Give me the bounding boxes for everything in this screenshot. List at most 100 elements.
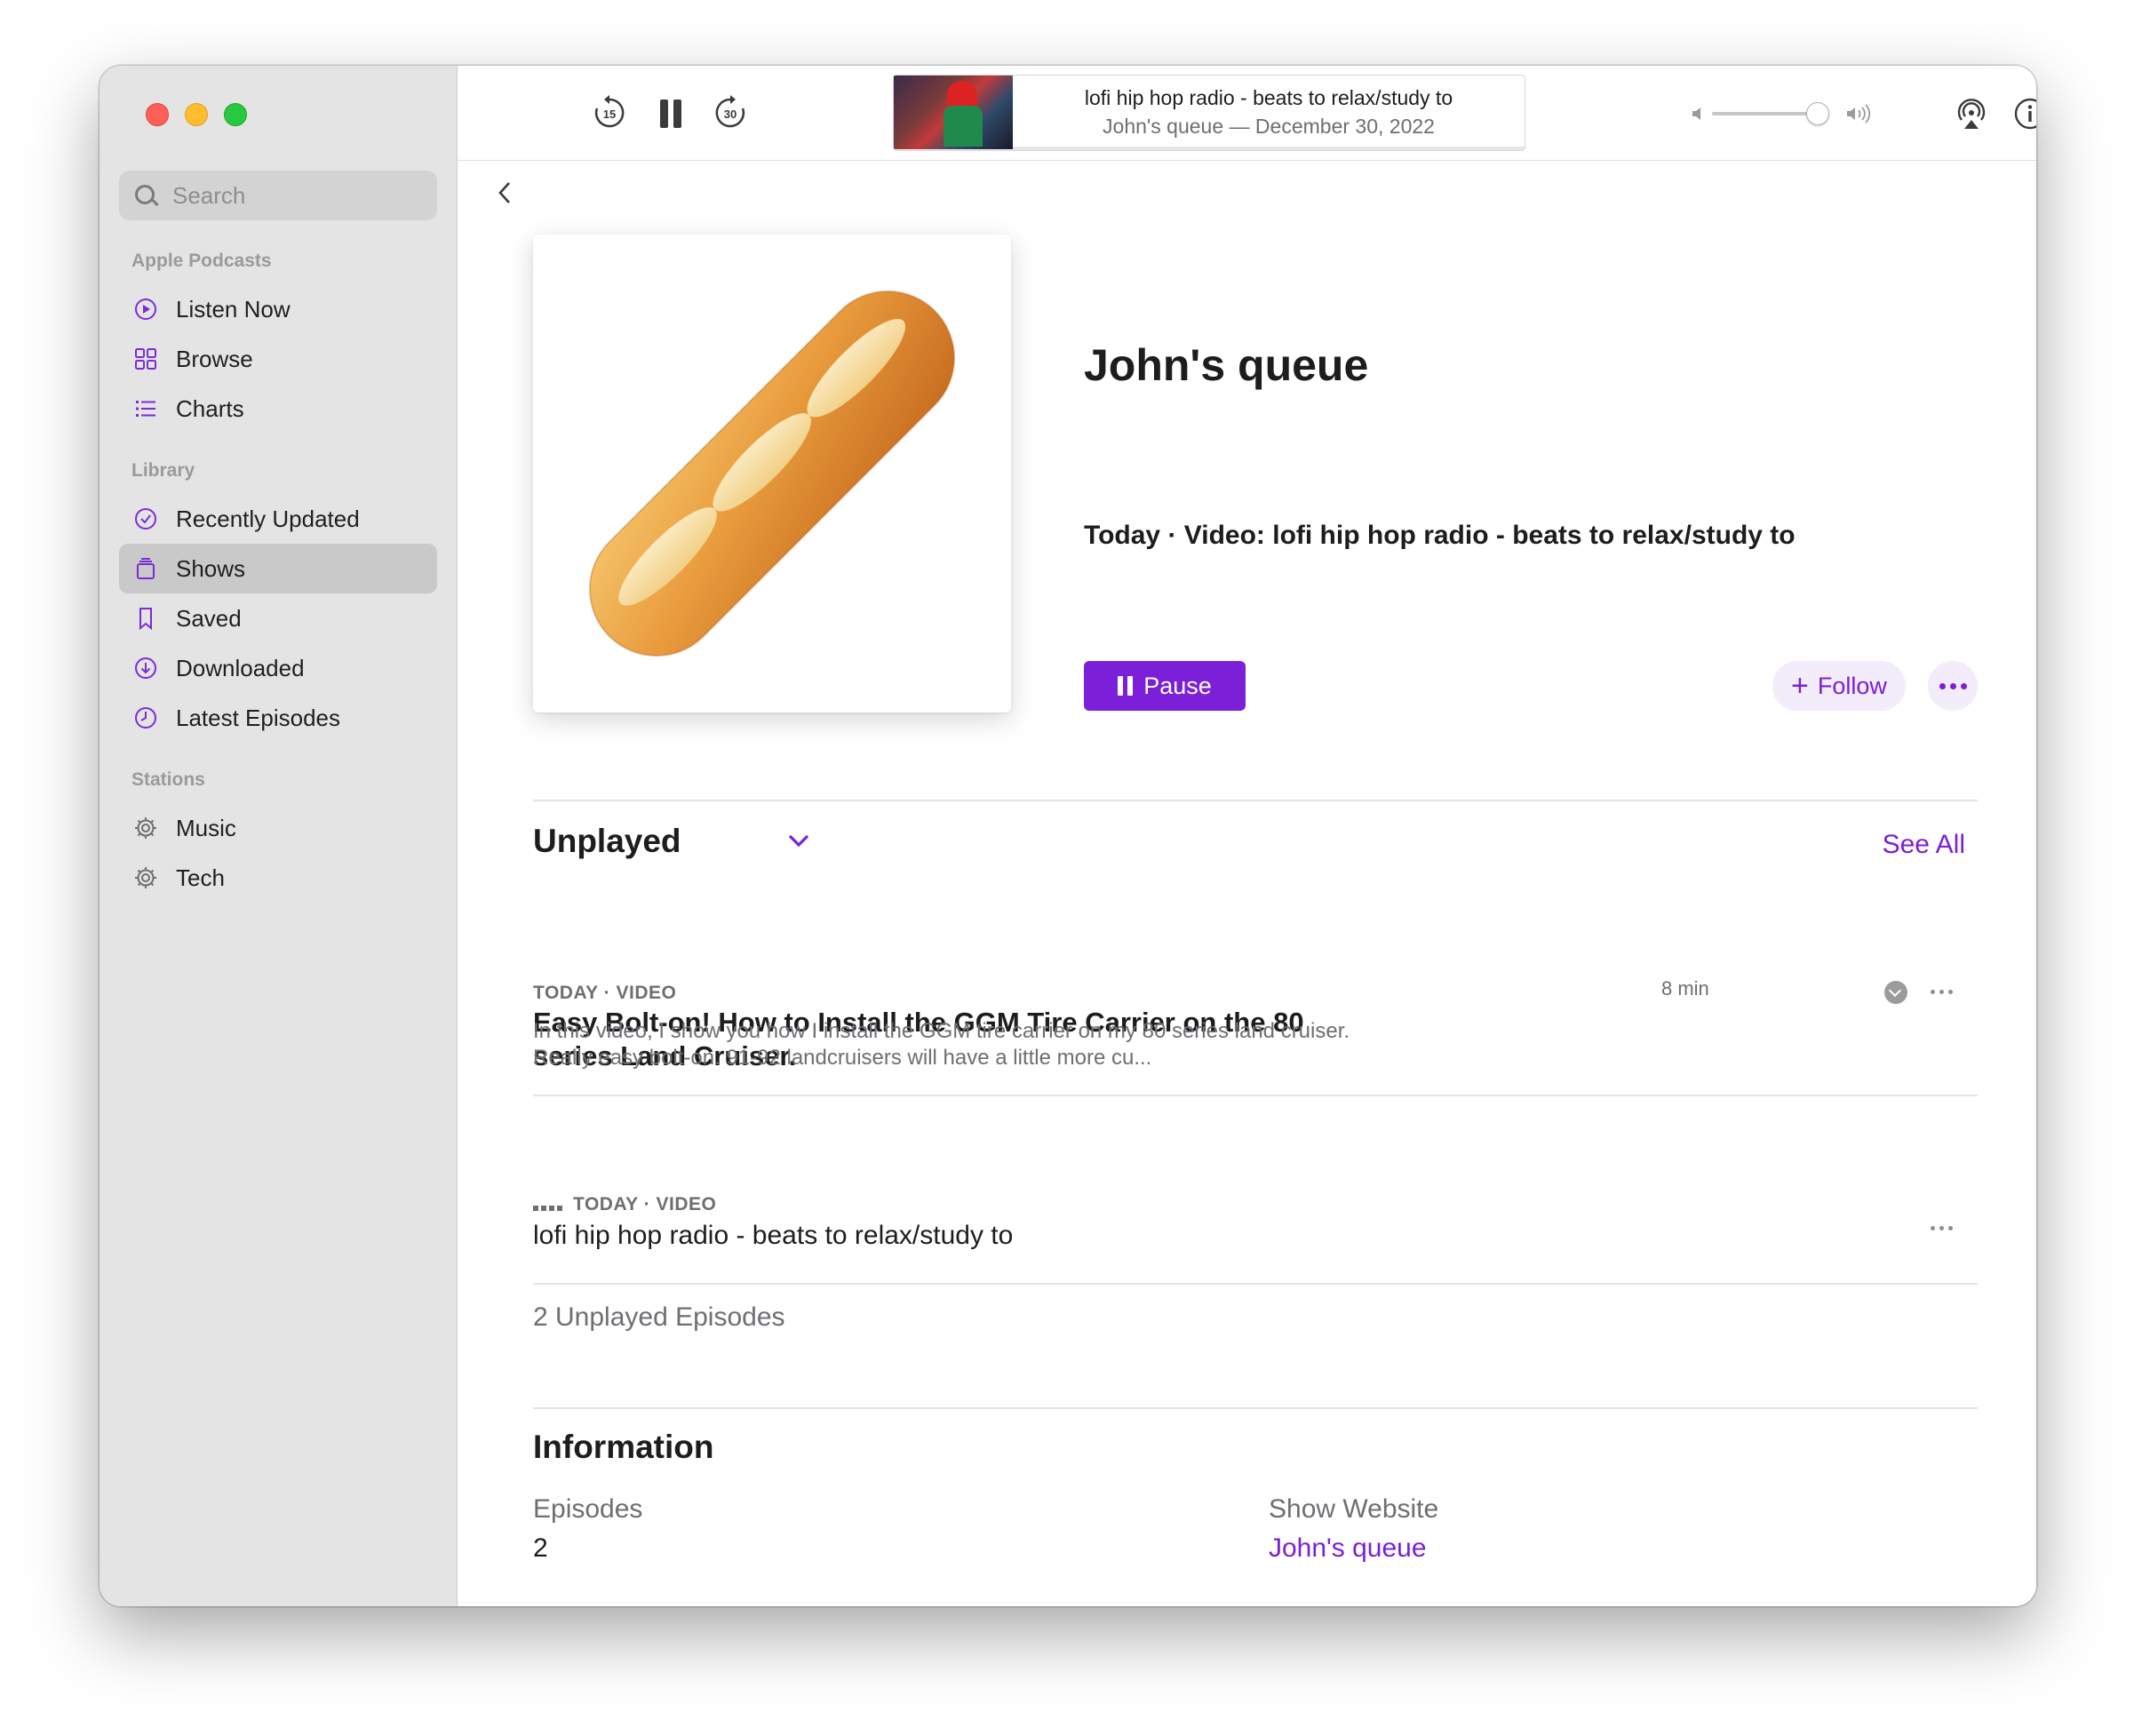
sidebar-item-listen-now[interactable]: Listen Now xyxy=(119,284,437,334)
show-website-label: Show Website xyxy=(1269,1494,1439,1524)
sidebar-item-label: Shows xyxy=(176,554,246,582)
list-icon xyxy=(133,396,158,421)
episode-more-button[interactable] xyxy=(1931,990,1953,994)
check-circle-icon xyxy=(133,506,158,531)
window-controls xyxy=(146,103,247,126)
sidebar-item-label: Tech xyxy=(176,864,225,891)
pause-button-label: Pause xyxy=(1143,672,1212,699)
minimize-window-button[interactable] xyxy=(185,103,208,126)
episode-description: In this video, I show you how I install … xyxy=(533,1019,1350,1070)
sidebar-item-recently-updated[interactable]: Recently Updated xyxy=(119,494,437,544)
divider xyxy=(533,800,1978,801)
sidebar: Apple Podcasts Listen Now Browse Charts … xyxy=(100,66,458,1606)
unplayed-section-title[interactable]: Unplayed xyxy=(533,823,681,860)
episode-meta: TODAY · VIDEO xyxy=(533,983,677,1003)
info-icon xyxy=(2014,98,2036,130)
toolbar: 15 30 lofi hip hop radio - beats to rela… xyxy=(458,66,2036,161)
search-icon xyxy=(133,183,158,208)
stack-icon xyxy=(133,556,158,581)
gear-icon xyxy=(133,865,158,890)
info-button[interactable] xyxy=(2012,96,2036,131)
now-playing-artwork xyxy=(894,76,1013,149)
show-artwork xyxy=(533,235,1011,713)
skip-back-button[interactable]: 15 xyxy=(591,94,628,131)
download-icon[interactable] xyxy=(1884,981,1907,1004)
now-playing-title: lofi hip hop radio - beats to relax/stud… xyxy=(1084,86,1453,109)
sidebar-item-browse[interactable]: Browse xyxy=(119,334,437,384)
sidebar-item-tech[interactable]: Tech xyxy=(119,853,437,903)
search-input[interactable] xyxy=(171,180,423,211)
play-pause-button[interactable] xyxy=(655,96,687,131)
airplay-audio-icon xyxy=(1957,99,1986,129)
episode-meta: TODAY · VIDEO xyxy=(573,1194,717,1214)
chevron-left-icon xyxy=(498,182,510,203)
sidebar-item-label: Downloaded xyxy=(176,654,305,681)
episodes-label: Episodes xyxy=(533,1494,643,1524)
bookmark-icon xyxy=(133,606,158,631)
main-content: 15 30 lofi hip hop radio - beats to rela… xyxy=(458,66,2036,1606)
pause-icon xyxy=(1118,676,1134,696)
sidebar-item-label: Latest Episodes xyxy=(176,704,341,731)
section-label-apple-podcasts: Apple Podcasts xyxy=(131,251,272,271)
show-website-link[interactable]: John's queue xyxy=(1269,1533,1427,1564)
show-title: John's queue xyxy=(1084,340,1369,390)
close-window-button[interactable] xyxy=(146,103,169,126)
sidebar-item-saved[interactable]: Saved xyxy=(119,593,437,643)
sidebar-item-charts[interactable]: Charts xyxy=(119,384,437,434)
baguette-artwork-image xyxy=(588,290,956,657)
chevron-down-icon[interactable] xyxy=(786,832,811,856)
now-playing-subtitle: John's queue — December 30, 2022 xyxy=(1103,115,1435,138)
divider xyxy=(533,1283,1978,1285)
skip-forward-button[interactable]: 30 xyxy=(712,94,749,131)
divider xyxy=(533,1407,1978,1409)
sidebar-item-shows[interactable]: Shows xyxy=(119,544,437,593)
volume-slider-knob[interactable] xyxy=(1806,102,1829,125)
follow-button-label: Follow xyxy=(1817,672,1887,699)
unplayed-episodes-count[interactable]: 2 Unplayed Episodes xyxy=(533,1302,785,1333)
pause-button[interactable]: Pause xyxy=(1084,661,1246,711)
skip-forward-seconds: 30 xyxy=(724,108,737,121)
episode-more-button[interactable] xyxy=(1931,1226,1953,1230)
section-label-library: Library xyxy=(131,460,195,481)
ellipsis-icon xyxy=(1939,682,1946,689)
more-options-button[interactable] xyxy=(1928,661,1978,711)
volume-min-icon xyxy=(1691,105,1707,123)
information-section-title: Information xyxy=(533,1429,714,1465)
search-field[interactable] xyxy=(119,171,437,220)
play-circle-icon xyxy=(133,297,158,322)
grid-icon xyxy=(133,346,158,371)
skip-back-seconds: 15 xyxy=(603,108,616,121)
pause-icon xyxy=(660,100,681,128)
unplayed-title-text: Unplayed xyxy=(533,823,681,859)
podcasts-window: Apple Podcasts Listen Now Browse Charts … xyxy=(100,66,2036,1606)
sidebar-item-downloaded[interactable]: Downloaded xyxy=(119,643,437,693)
section-label-stations: Stations xyxy=(131,769,205,790)
skip-back-icon: 15 xyxy=(594,95,625,128)
sidebar-item-label: Music xyxy=(176,814,236,841)
see-all-link[interactable]: See All xyxy=(1883,830,1965,860)
download-circle-icon xyxy=(133,656,158,681)
volume-max-icon xyxy=(1845,103,1872,124)
clock-icon xyxy=(133,705,158,730)
zoom-window-button[interactable] xyxy=(224,103,247,126)
show-subtitle: Today · Video: lofi hip hop radio - beat… xyxy=(1084,521,1796,550)
sidebar-item-label: Charts xyxy=(176,394,244,422)
airplay-button[interactable] xyxy=(1954,96,1989,131)
episode-duration: 8 min xyxy=(1661,977,1709,999)
now-playing-progress-bar[interactable] xyxy=(1013,147,1525,150)
follow-button[interactable]: + Follow xyxy=(1772,661,1906,711)
sidebar-item-latest-episodes[interactable]: Latest Episodes xyxy=(119,693,437,743)
playing-indicator-icon xyxy=(533,1206,562,1211)
divider xyxy=(533,1095,1978,1096)
episode-title[interactable]: lofi hip hop radio - beats to relax/stud… xyxy=(533,1221,1013,1251)
sidebar-item-music[interactable]: Music xyxy=(119,803,437,853)
sidebar-item-label: Browse xyxy=(176,345,253,372)
back-button[interactable] xyxy=(495,179,516,206)
skip-forward-icon: 30 xyxy=(715,95,745,128)
gear-icon xyxy=(133,816,158,840)
volume-slider-track[interactable] xyxy=(1712,112,1819,115)
sidebar-item-label: Recently Updated xyxy=(176,505,360,532)
sidebar-item-label: Saved xyxy=(176,604,242,632)
plus-icon: + xyxy=(1791,669,1809,703)
now-playing-panel[interactable]: lofi hip hop radio - beats to relax/stud… xyxy=(893,75,1525,151)
